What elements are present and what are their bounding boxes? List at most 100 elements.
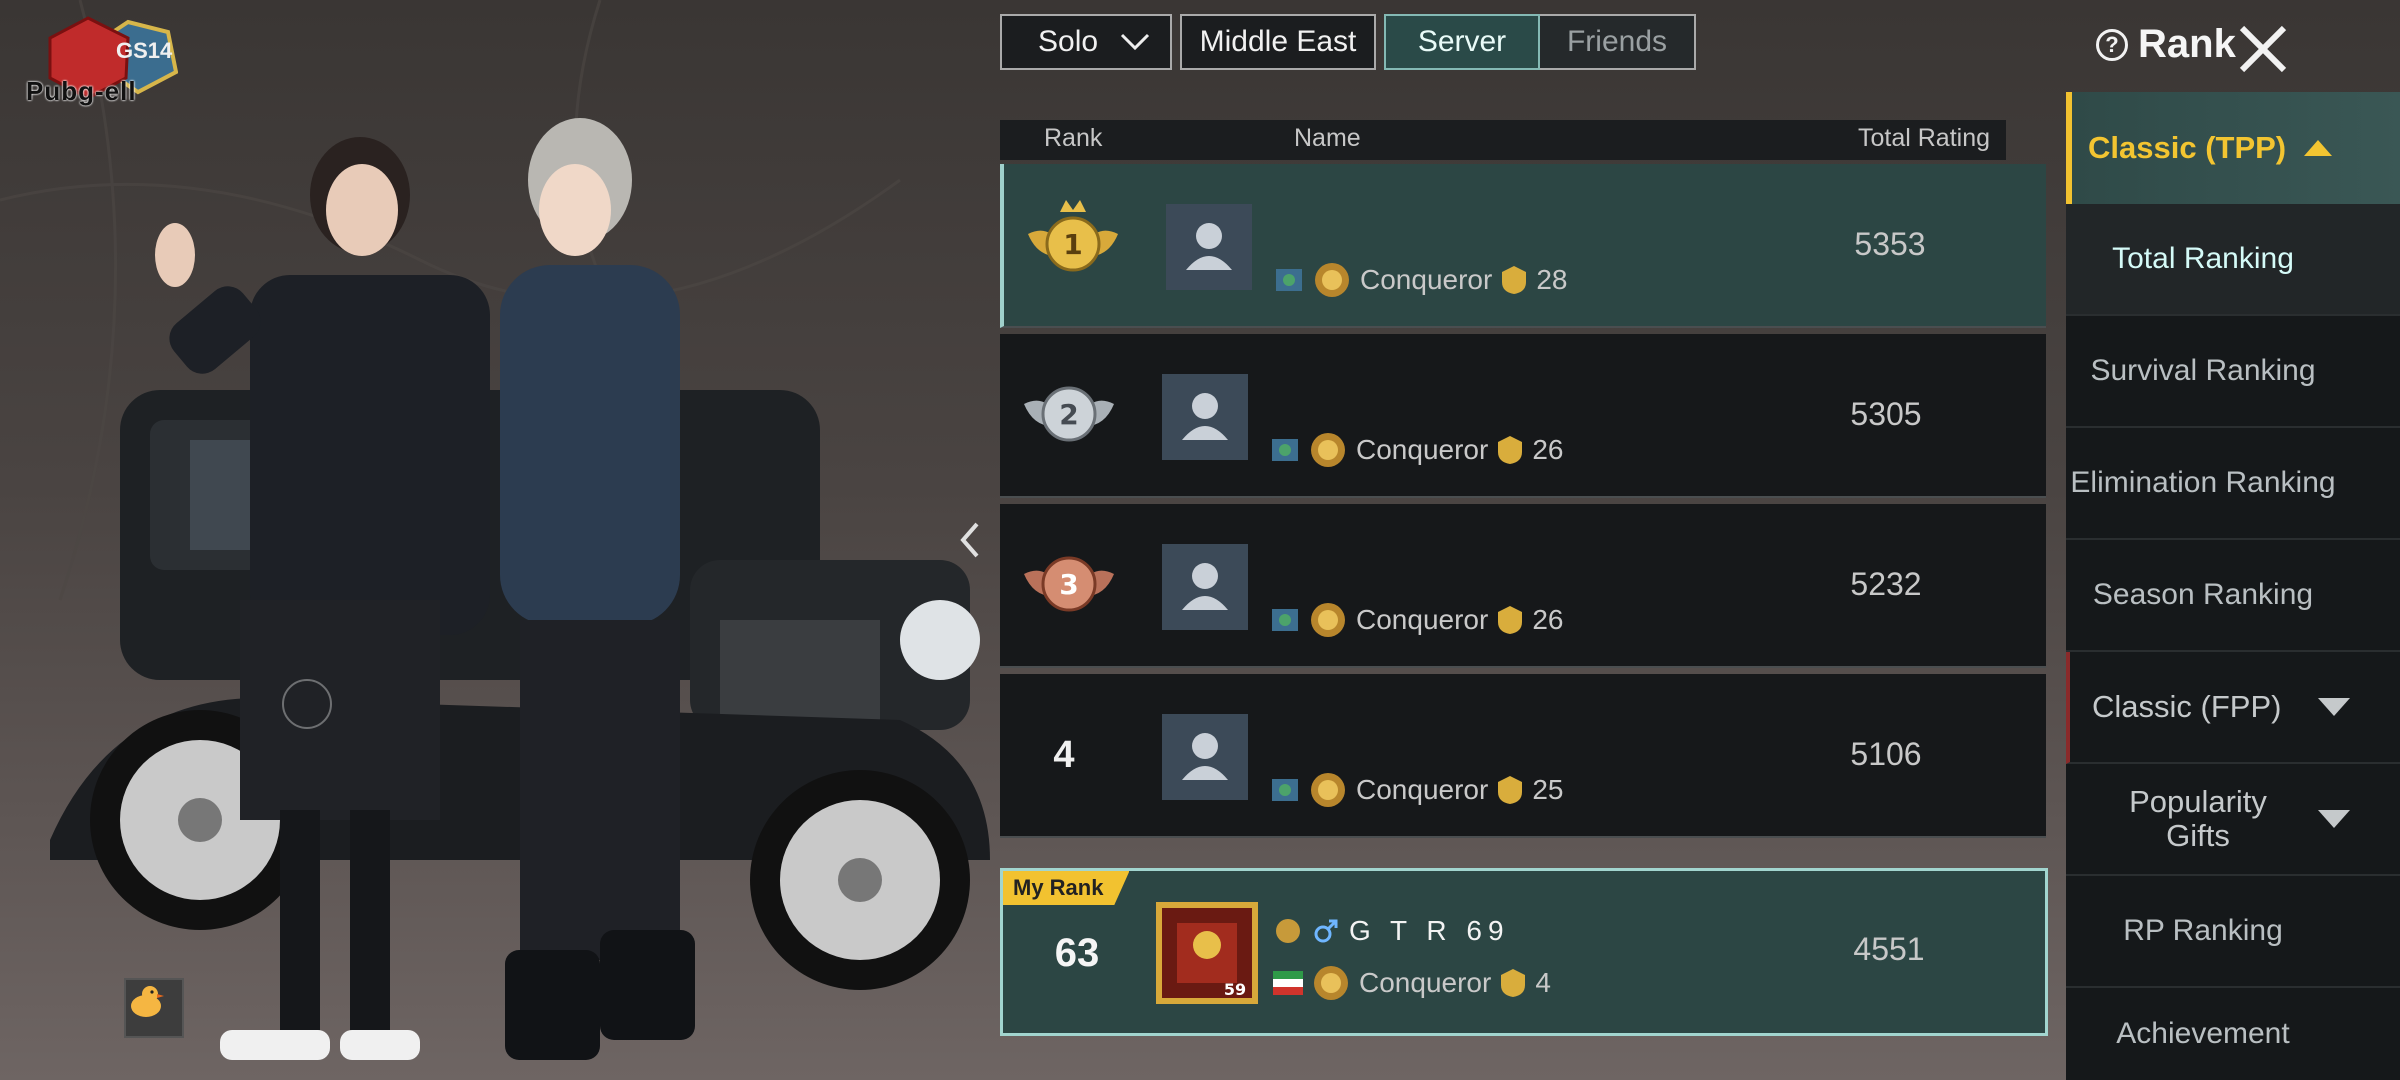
star-shield-icon bbox=[1498, 776, 1523, 804]
rank-number: 4 bbox=[1053, 734, 1075, 776]
tier-info: Conqueror 26 bbox=[1270, 430, 1563, 470]
chevron-down-icon bbox=[1120, 33, 1150, 51]
tier-stars: 26 bbox=[1532, 434, 1564, 465]
category-classic-fpp[interactable]: Classic (FPP) bbox=[2066, 652, 2400, 764]
conqueror-tier-icon bbox=[1315, 263, 1349, 297]
column-name: Name bbox=[1294, 124, 1361, 152]
region-flag-icon bbox=[1276, 269, 1302, 291]
rank-header: ? Rank bbox=[2096, 22, 2236, 67]
avatar[interactable] bbox=[1162, 544, 1248, 630]
player-name-line: G T R 69 bbox=[1273, 915, 1510, 947]
mode-label: Solo bbox=[1038, 25, 1099, 58]
category-popularity-gifts[interactable]: Popularity Gifts bbox=[2066, 764, 2400, 876]
table-row[interactable]: 4 Conqueror 25 5106 bbox=[1000, 674, 2046, 838]
tier-info: Conqueror 25 bbox=[1270, 770, 1563, 810]
chicken-emote-button[interactable] bbox=[124, 978, 184, 1038]
tier-stars: 26 bbox=[1532, 604, 1564, 635]
my-rank-row[interactable]: My Rank 63 59 G T R 69 Conqueror 4 4551 bbox=[1000, 868, 2048, 1036]
svg-text:3: 3 bbox=[1059, 568, 1078, 601]
tier-label: Conqueror bbox=[1356, 774, 1489, 805]
my-rank-number: 63 bbox=[1054, 931, 1100, 975]
my-tier-info: Conqueror 4 bbox=[1273, 963, 1551, 1003]
male-gender-icon bbox=[1314, 919, 1338, 943]
category-classic-tpp[interactable]: Classic (TPP) bbox=[2066, 92, 2400, 204]
bronze-rank-medal-icon: 3 bbox=[1024, 556, 1114, 612]
avatar[interactable] bbox=[1166, 204, 1252, 290]
filter-bar: Solo Middle East Server Friends bbox=[1000, 14, 1696, 72]
conqueror-tier-icon bbox=[1311, 603, 1345, 637]
close-icon[interactable] bbox=[2236, 22, 2290, 76]
table-row[interactable]: 3 Conqueror 26 5232 bbox=[1000, 504, 2046, 668]
chicken-icon bbox=[131, 986, 164, 1017]
total-rating: 5305 bbox=[1850, 396, 1922, 432]
avatar[interactable] bbox=[1162, 374, 1248, 460]
mode-dropdown[interactable]: Solo bbox=[1000, 14, 1172, 70]
leaderboard: Rank Name Total Rating 1 Conqueror 28 53… bbox=[1000, 120, 2048, 1040]
category-label: Popularity Gifts bbox=[2129, 784, 2267, 853]
scope-tabs: Server Friends bbox=[1384, 14, 1696, 72]
character-right bbox=[500, 118, 695, 1060]
star-shield-icon bbox=[1502, 266, 1527, 294]
sidebar-item-total-ranking[interactable]: Total Ranking bbox=[2066, 204, 2400, 316]
category-label: Classic (TPP) bbox=[2088, 130, 2287, 165]
ranking-category-sidebar: Classic (TPP) Total Ranking Survival Ran… bbox=[2066, 92, 2400, 1080]
tier-info: Conqueror 26 bbox=[1270, 600, 1563, 640]
triangle-down-icon bbox=[2318, 810, 2350, 828]
region-flag-icon bbox=[1272, 439, 1298, 461]
column-rating: Total Rating bbox=[1858, 124, 1991, 152]
logo-text: Pubg-ell bbox=[26, 76, 137, 106]
conqueror-tier-icon bbox=[1311, 433, 1345, 467]
total-rating: 5353 bbox=[1854, 226, 1926, 262]
clan-emblem-icon bbox=[1276, 919, 1300, 943]
tier-label: Conqueror bbox=[1359, 967, 1492, 998]
star-shield-icon bbox=[1498, 606, 1523, 634]
help-icon[interactable]: ? bbox=[2096, 28, 2128, 61]
iran-flag-icon bbox=[1273, 971, 1303, 995]
joystick-indicator[interactable] bbox=[282, 679, 332, 729]
table-row[interactable]: 2 Conqueror 26 5305 bbox=[1000, 334, 2046, 498]
conqueror-tier-icon bbox=[1311, 773, 1345, 807]
tab-server[interactable]: Server bbox=[1384, 14, 1540, 70]
svg-text:59: 59 bbox=[1224, 980, 1246, 999]
sidebar-item-survival-ranking[interactable]: Survival Ranking bbox=[2066, 316, 2400, 428]
my-total-rating: 4551 bbox=[1853, 931, 1925, 967]
region-flag-icon bbox=[1272, 779, 1298, 801]
season-label: GS14 bbox=[116, 38, 173, 63]
silver-rank-medal-icon: 2 bbox=[1024, 386, 1114, 442]
star-shield-icon bbox=[1498, 436, 1523, 464]
svg-text:1: 1 bbox=[1063, 228, 1082, 261]
tab-friends[interactable]: Friends bbox=[1540, 14, 1696, 70]
tier-info: Conqueror 28 bbox=[1274, 260, 1567, 300]
my-rank-badge: My Rank bbox=[1003, 871, 1130, 905]
table-header: Rank Name Total Rating bbox=[1000, 120, 2006, 160]
tier-label: Conqueror bbox=[1360, 264, 1493, 295]
category-label: Classic (FPP) bbox=[2092, 689, 2282, 724]
tier-label: Conqueror bbox=[1356, 434, 1489, 465]
chevron-left-icon bbox=[960, 522, 979, 558]
sidebar-item-season-ranking[interactable]: Season Ranking bbox=[2066, 540, 2400, 652]
sidebar-item-achievement[interactable]: Achievement bbox=[2066, 988, 2400, 1080]
gold-rank-medal-icon: 1 bbox=[1028, 200, 1118, 272]
character-scene: GS14 Pubg-ell bbox=[0, 0, 1000, 1080]
tier-label: Conqueror bbox=[1356, 604, 1489, 635]
region-flag-icon bbox=[1272, 609, 1298, 631]
triangle-down-icon bbox=[2318, 698, 2350, 716]
page-title: Rank bbox=[2138, 22, 2236, 66]
triangle-up-icon bbox=[2304, 140, 2333, 156]
total-rating: 5106 bbox=[1850, 736, 1922, 772]
tier-stars: 25 bbox=[1532, 774, 1564, 805]
collapse-panel-button[interactable] bbox=[945, 500, 995, 580]
conqueror-tier-icon bbox=[1314, 966, 1348, 1000]
player-name: G T R 69 bbox=[1349, 915, 1510, 946]
svg-text:2: 2 bbox=[1059, 398, 1078, 431]
star-shield-icon bbox=[1501, 969, 1526, 997]
tier-stars: 28 bbox=[1536, 264, 1568, 295]
column-rank: Rank bbox=[1044, 124, 1103, 152]
avatar[interactable] bbox=[1162, 714, 1248, 800]
table-row[interactable]: 1 Conqueror 28 5353 bbox=[1000, 164, 2046, 328]
sidebar-item-rp-ranking[interactable]: RP Ranking bbox=[2066, 876, 2400, 988]
region-button[interactable]: Middle East bbox=[1180, 14, 1376, 70]
total-rating: 5232 bbox=[1850, 566, 1922, 602]
my-avatar[interactable]: 59 bbox=[1155, 901, 1259, 1005]
sidebar-item-elimination-ranking[interactable]: Elimination Ranking bbox=[2066, 428, 2400, 540]
